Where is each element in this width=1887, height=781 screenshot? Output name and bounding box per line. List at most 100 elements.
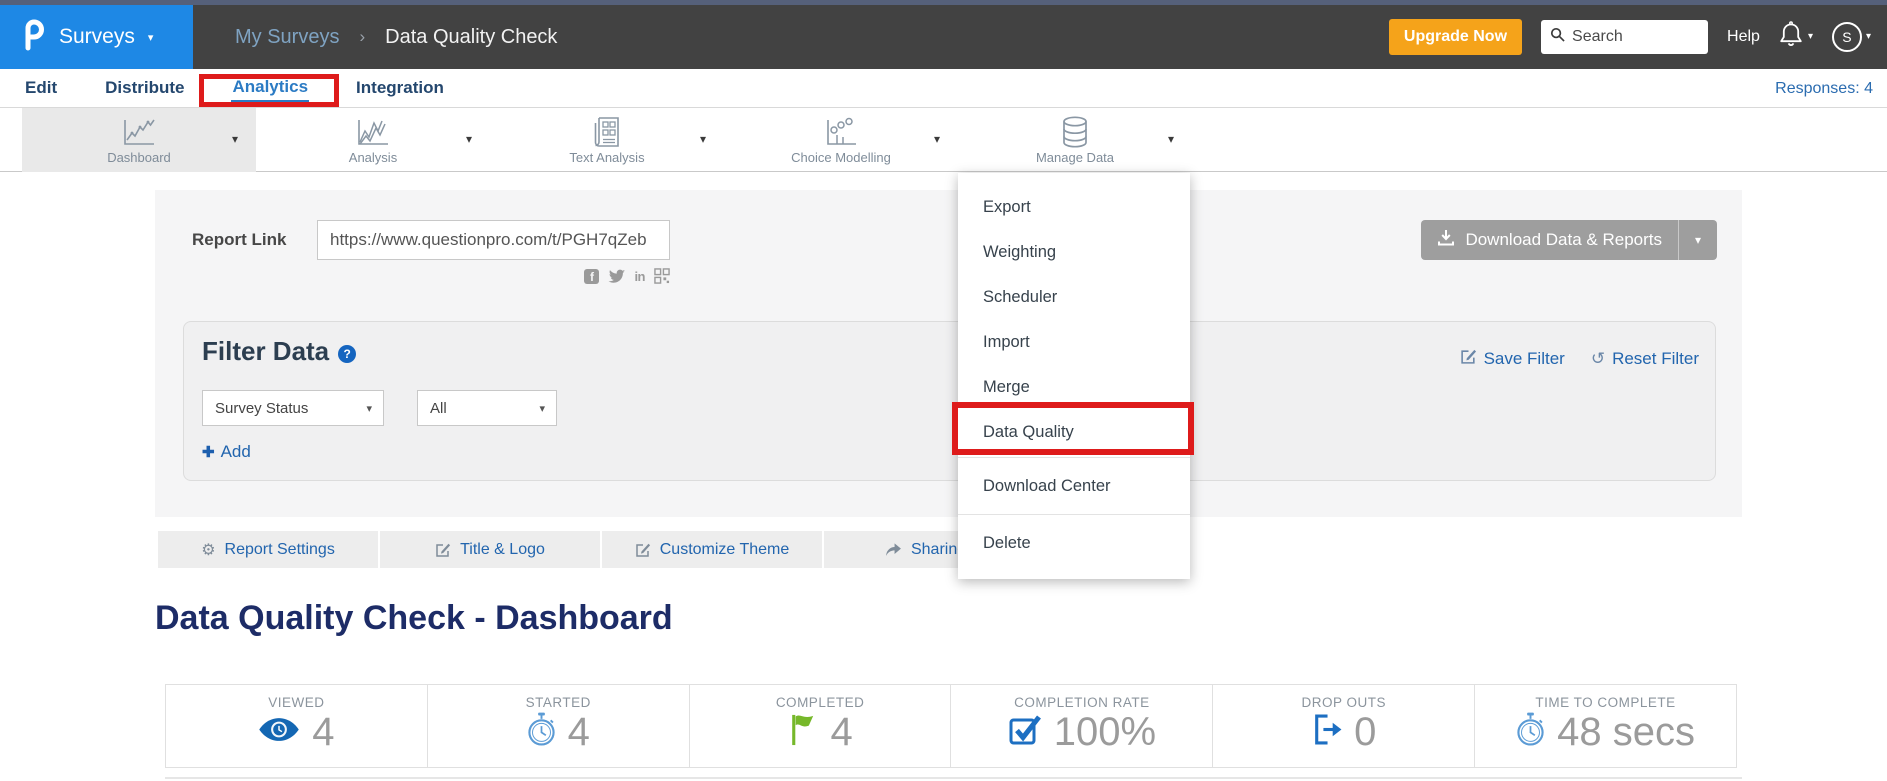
stat-completed: COMPLETED 4 [689, 685, 951, 767]
upgrade-now-button[interactable]: Upgrade Now [1389, 19, 1522, 55]
title-logo-button[interactable]: Title & Logo [380, 531, 600, 568]
avatar: S [1832, 22, 1862, 52]
toolbar-tab-label: Choice Modelling [791, 150, 891, 165]
qr-code-icon[interactable] [654, 268, 670, 284]
tab-distribute[interactable]: Distribute [104, 75, 185, 101]
title-logo-label: Title & Logo [460, 541, 545, 559]
stat-value: 0 [1354, 712, 1376, 752]
chevron-down-icon: ▾ [1808, 32, 1813, 42]
chevron-down-icon: ▾ [1866, 32, 1871, 42]
stat-label: DROP OUTS [1301, 695, 1386, 710]
stat-value: 4 [568, 712, 590, 752]
chevron-down-icon: ▾ [148, 33, 154, 44]
tab-analytics[interactable]: Analytics [231, 74, 309, 102]
bell-icon [1779, 21, 1803, 53]
menu-item-download-center[interactable]: Download Center [958, 460, 1190, 512]
stat-time-to-complete: TIME TO COMPLETE 48 secs [1474, 685, 1736, 767]
report-settings-button[interactable]: ⚙ Report Settings [158, 531, 378, 568]
chevron-down-icon: ▾ [539, 402, 545, 415]
download-button-label: Download Data & Reports [1465, 230, 1662, 250]
menu-item-merge[interactable]: Merge [958, 365, 1190, 410]
filter-field-select[interactable]: Survey Status ▾ [202, 390, 384, 426]
toolbar-tab-label: Analysis [349, 150, 397, 165]
search-input[interactable] [1572, 28, 1692, 46]
menu-item-import[interactable]: Import [958, 320, 1190, 365]
report-link-input[interactable] [317, 220, 670, 260]
menu-item-export[interactable]: Export [958, 185, 1190, 230]
stat-label: VIEWED [268, 695, 324, 710]
stat-label: STARTED [526, 695, 591, 710]
newspaper-icon [592, 115, 622, 149]
stat-value: 48 secs [1557, 712, 1695, 752]
edit-icon [1460, 348, 1477, 370]
product-name: Surveys [59, 25, 135, 49]
breadcrumb-separator: › [359, 27, 365, 47]
tab-edit[interactable]: Edit [24, 75, 58, 101]
toolbar-tab-manage-data[interactable]: Manage Data ▾ [958, 108, 1192, 172]
filter-value-value: All [430, 400, 447, 417]
checkbox-icon [1008, 713, 1042, 752]
stopwatch-icon [1516, 712, 1545, 752]
gear-icon: ⚙ [201, 540, 215, 560]
filter-value-select[interactable]: All ▾ [417, 390, 557, 426]
notifications-button[interactable]: ▾ [1779, 21, 1813, 53]
download-icon [1437, 229, 1455, 251]
toolbar-tab-label: Dashboard [107, 150, 171, 165]
stat-started: STARTED 4 [427, 685, 689, 767]
stat-viewed: VIEWED 4 [166, 685, 427, 767]
toolbar-tab-analysis[interactable]: Analysis ▾ [256, 108, 490, 172]
toolbar-tab-dashboard[interactable]: Dashboard ▾ [22, 108, 256, 172]
toolbar-tab-text-analysis[interactable]: Text Analysis ▾ [490, 108, 724, 172]
header-actions: Upgrade Now Help ▾ S ▾ [1389, 5, 1887, 69]
download-options-caret[interactable]: ▾ [1679, 233, 1717, 247]
edit-icon [635, 542, 651, 558]
product-switcher[interactable]: Surveys ▾ [0, 5, 193, 69]
search-icon [1550, 27, 1565, 47]
chevron-down-icon[interactable]: ▾ [232, 132, 238, 146]
account-menu-button[interactable]: S ▾ [1832, 22, 1871, 52]
add-filter-button[interactable]: ✚ Add [202, 442, 251, 462]
chevron-down-icon: ▾ [366, 402, 372, 415]
stat-value: 100% [1054, 712, 1156, 752]
add-filter-label: Add [221, 442, 251, 462]
reset-filter-button[interactable]: ↺ Reset Filter [1591, 348, 1699, 370]
flag-icon [787, 712, 818, 752]
survey-stats-row: VIEWED 4 STARTED 4 COMPLETED 4 COMPLETIO… [165, 684, 1737, 768]
tab-integration[interactable]: Integration [355, 75, 445, 101]
chevron-down-icon[interactable]: ▾ [1168, 132, 1174, 146]
stat-label: COMPLETION RATE [1014, 695, 1150, 710]
download-data-reports-button[interactable]: Download Data & Reports ▾ [1421, 220, 1717, 260]
chevron-down-icon[interactable]: ▾ [700, 132, 706, 146]
analytics-toolbar: Dashboard ▾ Analysis ▾ Text Analysis ▾ C… [0, 108, 1887, 172]
search-box [1541, 20, 1708, 54]
menu-divider [958, 457, 1190, 458]
multi-line-chart-icon [355, 115, 391, 149]
menu-item-delete[interactable]: Delete [958, 517, 1190, 569]
customize-theme-label: Customize Theme [660, 541, 790, 559]
help-link[interactable]: Help [1727, 28, 1760, 46]
breadcrumb-my-surveys[interactable]: My Surveys [235, 26, 339, 49]
next-section-edge [165, 777, 1742, 779]
linkedin-icon[interactable]: in [634, 269, 645, 284]
facebook-icon[interactable]: f [584, 269, 599, 284]
bubble-chart-icon [824, 115, 858, 149]
toolbar-tab-label: Manage Data [1036, 150, 1114, 165]
menu-item-data-quality[interactable]: Data Quality [958, 410, 1190, 455]
eye-icon [258, 716, 300, 748]
customize-theme-button[interactable]: Customize Theme [602, 531, 822, 568]
help-icon[interactable]: ? [338, 345, 356, 363]
filter-data-section: Filter Data ? Save Filter ↺ Reset Filter… [183, 321, 1716, 481]
breadcrumb: My Surveys › Data Quality Check [235, 5, 557, 69]
database-icon [1058, 115, 1092, 149]
chevron-down-icon[interactable]: ▾ [934, 132, 940, 146]
filter-field-value: Survey Status [215, 400, 308, 417]
menu-item-scheduler[interactable]: Scheduler [958, 275, 1190, 320]
toolbar-tab-choice-modelling[interactable]: Choice Modelling ▾ [724, 108, 958, 172]
menu-item-weighting[interactable]: Weighting [958, 230, 1190, 275]
stat-drop-outs: DROP OUTS 0 [1212, 685, 1474, 767]
chevron-down-icon[interactable]: ▾ [466, 132, 472, 146]
stat-value: 4 [312, 712, 334, 752]
save-filter-button[interactable]: Save Filter [1460, 348, 1565, 370]
twitter-icon[interactable] [608, 269, 625, 284]
manage-data-dropdown: Export Weighting Scheduler Import Merge … [958, 173, 1190, 579]
